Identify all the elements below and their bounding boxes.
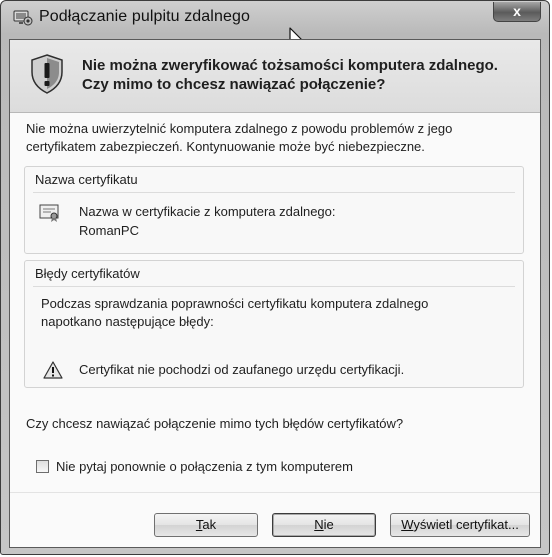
certificate-error-item: Certyfikat nie pochodzi od zaufanego urz… <box>79 362 405 377</box>
certificate-icon <box>39 204 59 222</box>
view-certificate-button-mnemonic: W <box>401 517 414 532</box>
no-button-mnemonic: N <box>314 517 324 532</box>
headline-line-1: Nie można zweryfikować tożsamości komput… <box>82 57 498 74</box>
intro-text: Nie można uwierzytelnić komputera zdalne… <box>26 120 526 156</box>
view-certificate-button-label: yświetl certyfikat... <box>413 517 519 532</box>
no-button-label: ie <box>323 517 334 532</box>
headline: Nie można zweryfikować tożsamości komput… <box>82 56 532 94</box>
group-divider <box>33 286 515 287</box>
warning-triangle-icon <box>43 361 63 379</box>
button-bar: Tak Nie Wyświetl certyfikat... <box>10 492 540 547</box>
dialog-content: Nie można zweryfikować tożsamości komput… <box>9 39 541 548</box>
certificate-name-group-title: Nazwa certyfikatu <box>35 172 138 187</box>
group-divider <box>33 192 515 193</box>
title-bar[interactable]: Podłączanie pulpitu zdalnego x <box>1 1 549 35</box>
connect-question: Czy chcesz nawiązać połączenie mimo tych… <box>26 416 404 431</box>
certificate-name-group: Nazwa certyfikatu Nazwa w certyfikacie z… <box>24 166 524 254</box>
close-button[interactable]: x <box>493 2 541 22</box>
certificate-name-label: Nazwa w certyfikacie z komputera zdalneg… <box>79 204 336 219</box>
yes-button-label: ak <box>202 517 217 532</box>
window-title: Podłączanie pulpitu zdalnego <box>39 8 250 25</box>
dialog-window: Podłączanie pulpitu zdalnego x Nie można… <box>0 0 550 555</box>
no-button[interactable]: Nie <box>272 513 376 537</box>
warning-shield-icon <box>31 54 63 94</box>
view-certificate-button[interactable]: Wyświetl certyfikat... <box>390 513 530 537</box>
dont-ask-again-checkbox[interactable] <box>36 460 49 473</box>
errors-description-line-1: Podczas sprawdzania poprawności certyfik… <box>41 296 429 311</box>
certificate-errors-group-title: Błędy certyfikatów <box>35 266 140 281</box>
certificate-name-value: RomanPC <box>79 223 139 238</box>
warning-header: Nie można zweryfikować tożsamości komput… <box>10 40 540 113</box>
yes-button[interactable]: Tak <box>154 513 258 537</box>
intro-line-2: certyfikatem zabezpieczeń. Kontynuowanie… <box>26 139 425 154</box>
intro-line-1: Nie można uwierzytelnić komputera zdalne… <box>26 121 453 136</box>
certificate-errors-group: Błędy certyfikatów Podczas sprawdzania p… <box>24 260 524 388</box>
dont-ask-again-label[interactable]: Nie pytaj ponownie o połączenia z tym ko… <box>56 459 353 474</box>
remote-desktop-icon <box>13 10 33 26</box>
errors-description-line-2: napotkano następujące błędy: <box>41 314 214 329</box>
errors-description: Podczas sprawdzania poprawności certyfik… <box>41 295 511 331</box>
headline-line-2: Czy mimo to chcesz nawiązać połączenie? <box>82 76 386 93</box>
